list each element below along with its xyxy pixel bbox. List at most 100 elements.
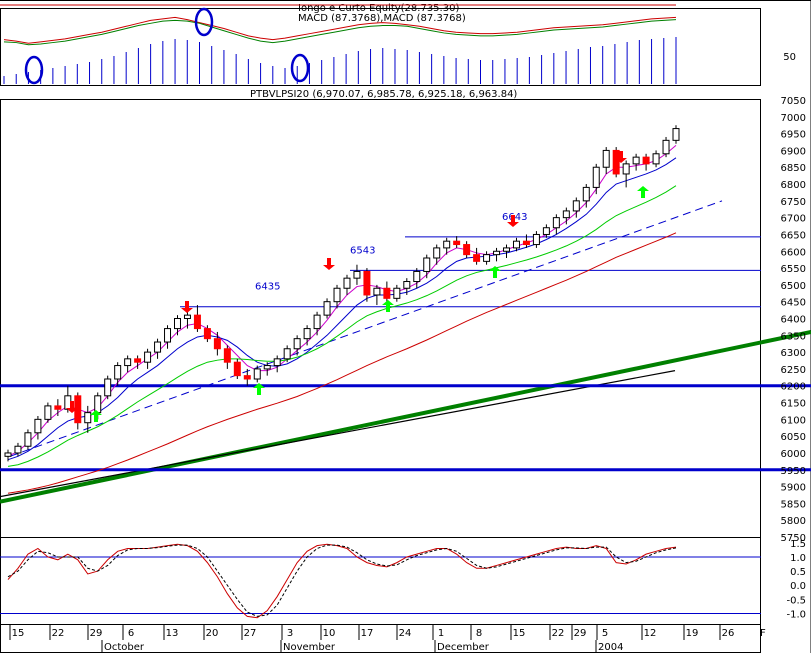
x-day-label: 12 [644, 628, 657, 639]
x-day-label: 6 [128, 628, 134, 639]
candle-body [84, 412, 92, 424]
candle-body [193, 314, 201, 330]
candle-body [253, 368, 261, 380]
price-tick-label: 5850 [781, 499, 806, 510]
x-month-label: October [104, 642, 145, 653]
candle-body [323, 301, 331, 316]
x-day-label: 8 [476, 628, 482, 639]
level-label: 6543 [350, 245, 375, 256]
candle-body [423, 257, 431, 272]
candle-body [542, 227, 550, 235]
candle-body [652, 153, 660, 165]
price-tick-label: 5800 [781, 516, 806, 527]
x-day-label: 29 [90, 628, 103, 639]
x-day-label: 20 [206, 628, 219, 639]
chart-svg: Iongo e Curto Equity(28.735.30) MACD (87… [0, 0, 811, 653]
candle-body [34, 418, 42, 434]
candle-body [154, 341, 162, 353]
candle-body [532, 233, 540, 246]
candle-body [263, 365, 271, 370]
candle-body [124, 358, 132, 367]
candle-body [512, 240, 520, 249]
candle-body [134, 358, 142, 363]
x-day-label: 10 [323, 628, 336, 639]
x-day-label: 15 [513, 628, 526, 639]
price-tick-label: 6500 [781, 281, 806, 292]
x-day-label: 26 [722, 628, 735, 639]
price-title: PTBVLPSI20 (6,970.07, 6,985.78, 6,925.18… [250, 89, 517, 100]
candle-body [582, 186, 590, 202]
price-tick-label: 7000 [781, 113, 806, 124]
price-tick-label: 6900 [781, 146, 806, 157]
x-day-label: 22 [52, 628, 65, 639]
x-day-label: 5 [602, 628, 608, 639]
candle-body [433, 247, 441, 259]
price-tick-label: 6350 [781, 331, 806, 342]
price-tick-label: 6300 [781, 348, 806, 359]
price-tick-label: 6050 [781, 432, 806, 443]
stoch-tick-label: 1.5 [790, 539, 806, 550]
candle-body [642, 156, 650, 165]
candle-body [233, 361, 241, 377]
x-day-label: 1 [438, 628, 444, 639]
candle-body [672, 128, 680, 141]
price-tick-label: 5950 [781, 466, 806, 477]
x-month-label: December [437, 642, 490, 653]
x-day-label: 3 [287, 628, 293, 639]
x-right-edge-label: F [760, 628, 766, 639]
price-tick-label: 7050 [781, 96, 806, 107]
x-day-label: 17 [361, 628, 374, 639]
price-tick-label: 6150 [781, 399, 806, 410]
candle-body [303, 328, 311, 340]
candle-body [552, 217, 560, 229]
candle-body [463, 244, 471, 256]
price-tick-label: 6000 [781, 449, 806, 460]
candle-body [632, 156, 640, 165]
candle-body [602, 149, 610, 168]
candle-body [313, 314, 321, 330]
candle-body [343, 277, 351, 289]
candle-body [473, 254, 481, 262]
x-day-label: 29 [574, 628, 587, 639]
candle-body [14, 445, 22, 454]
price-tick-label: 5900 [781, 483, 806, 494]
x-day-label: 24 [399, 628, 412, 639]
candle-body [353, 270, 361, 279]
candle-body [493, 250, 501, 256]
candle-body [183, 314, 191, 319]
price-tick-label: 6650 [781, 230, 806, 241]
candle-body [562, 210, 570, 219]
candle-body [24, 432, 32, 447]
candle-body [622, 163, 630, 175]
x-day-label: 19 [686, 628, 699, 639]
price-tick-label: 6550 [781, 264, 806, 275]
candle-body [283, 348, 291, 360]
stoch-tick-label: 1.0 [790, 553, 806, 564]
x-month-label: 2004 [598, 642, 623, 653]
stoch-tick-label: 0.0 [790, 581, 806, 592]
level-label: 6435 [255, 282, 280, 293]
candle-body [393, 287, 401, 299]
stoch-tick-label: -1.0 [786, 610, 806, 621]
price-tick-label: 6100 [781, 415, 806, 426]
candle-body [293, 338, 301, 350]
price-tick-label: 6750 [781, 197, 806, 208]
candle-body [114, 365, 122, 380]
candle-body [383, 287, 391, 299]
price-tick-label: 6450 [781, 298, 806, 309]
candle-body [403, 281, 411, 289]
candle-body [94, 395, 102, 414]
price-tick-label: 6200 [781, 382, 806, 393]
candle-body [4, 452, 12, 457]
candle-body [443, 240, 451, 249]
candle-body [522, 240, 530, 246]
candle-body [572, 200, 580, 212]
price-tick-label: 6700 [781, 214, 806, 225]
stoch-tick-label: -0.5 [786, 595, 806, 606]
candle-body [174, 318, 181, 330]
price-tick-label: 6850 [781, 163, 806, 174]
x-day-label: 15 [12, 628, 25, 639]
candle-body [223, 348, 231, 363]
chart-root: Iongo e Curto Equity(28.735.30) MACD (87… [0, 0, 811, 653]
candle-body [213, 338, 221, 350]
